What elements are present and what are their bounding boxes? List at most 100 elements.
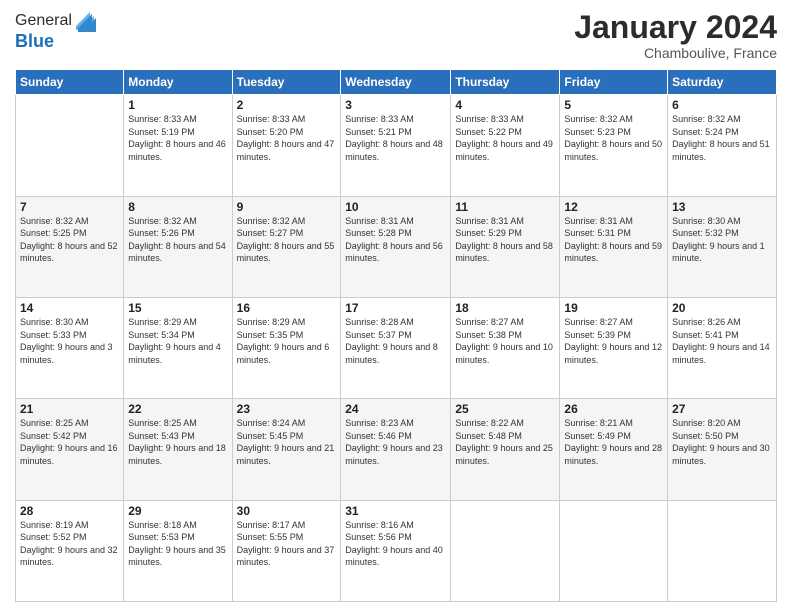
day-info: Sunrise: 8:24 AMSunset: 5:45 PMDaylight:…	[237, 417, 337, 467]
day-info: Sunrise: 8:32 AMSunset: 5:26 PMDaylight:…	[128, 215, 227, 265]
day-number: 1	[128, 98, 227, 112]
day-number: 31	[345, 504, 446, 518]
day-info: Sunrise: 8:25 AMSunset: 5:43 PMDaylight:…	[128, 417, 227, 467]
day-info: Sunrise: 8:33 AMSunset: 5:22 PMDaylight:…	[455, 113, 555, 163]
weekday-header-saturday: Saturday	[668, 70, 777, 95]
calendar-cell: 9 Sunrise: 8:32 AMSunset: 5:27 PMDayligh…	[232, 196, 341, 297]
day-number: 16	[237, 301, 337, 315]
day-info: Sunrise: 8:22 AMSunset: 5:48 PMDaylight:…	[455, 417, 555, 467]
weekday-header-monday: Monday	[124, 70, 232, 95]
day-info: Sunrise: 8:32 AMSunset: 5:23 PMDaylight:…	[564, 113, 663, 163]
weekday-header-tuesday: Tuesday	[232, 70, 341, 95]
day-number: 20	[672, 301, 772, 315]
calendar-cell: 17 Sunrise: 8:28 AMSunset: 5:37 PMDaylig…	[341, 297, 451, 398]
week-row-5: 28 Sunrise: 8:19 AMSunset: 5:52 PMDaylig…	[16, 500, 777, 601]
day-info: Sunrise: 8:28 AMSunset: 5:37 PMDaylight:…	[345, 316, 446, 366]
calendar-cell: 19 Sunrise: 8:27 AMSunset: 5:39 PMDaylig…	[560, 297, 668, 398]
week-row-1: 1 Sunrise: 8:33 AMSunset: 5:19 PMDayligh…	[16, 95, 777, 196]
day-number: 10	[345, 200, 446, 214]
day-number: 22	[128, 402, 227, 416]
day-number: 9	[237, 200, 337, 214]
month-title: January 2024	[574, 10, 777, 45]
day-info: Sunrise: 8:21 AMSunset: 5:49 PMDaylight:…	[564, 417, 663, 467]
day-info: Sunrise: 8:26 AMSunset: 5:41 PMDaylight:…	[672, 316, 772, 366]
day-number: 28	[20, 504, 119, 518]
calendar-cell: 1 Sunrise: 8:33 AMSunset: 5:19 PMDayligh…	[124, 95, 232, 196]
day-number: 2	[237, 98, 337, 112]
calendar-cell: 8 Sunrise: 8:32 AMSunset: 5:26 PMDayligh…	[124, 196, 232, 297]
day-info: Sunrise: 8:31 AMSunset: 5:28 PMDaylight:…	[345, 215, 446, 265]
calendar-cell: 22 Sunrise: 8:25 AMSunset: 5:43 PMDaylig…	[124, 399, 232, 500]
day-number: 8	[128, 200, 227, 214]
day-number: 12	[564, 200, 663, 214]
day-info: Sunrise: 8:25 AMSunset: 5:42 PMDaylight:…	[20, 417, 119, 467]
day-info: Sunrise: 8:19 AMSunset: 5:52 PMDaylight:…	[20, 519, 119, 569]
calendar-cell: 28 Sunrise: 8:19 AMSunset: 5:52 PMDaylig…	[16, 500, 124, 601]
day-number: 13	[672, 200, 772, 214]
week-row-3: 14 Sunrise: 8:30 AMSunset: 5:33 PMDaylig…	[16, 297, 777, 398]
day-info: Sunrise: 8:33 AMSunset: 5:20 PMDaylight:…	[237, 113, 337, 163]
day-info: Sunrise: 8:32 AMSunset: 5:27 PMDaylight:…	[237, 215, 337, 265]
day-number: 7	[20, 200, 119, 214]
day-info: Sunrise: 8:31 AMSunset: 5:29 PMDaylight:…	[455, 215, 555, 265]
day-number: 30	[237, 504, 337, 518]
day-info: Sunrise: 8:29 AMSunset: 5:35 PMDaylight:…	[237, 316, 337, 366]
calendar-cell: 2 Sunrise: 8:33 AMSunset: 5:20 PMDayligh…	[232, 95, 341, 196]
weekday-header-wednesday: Wednesday	[341, 70, 451, 95]
calendar-cell: 21 Sunrise: 8:25 AMSunset: 5:42 PMDaylig…	[16, 399, 124, 500]
calendar-cell	[16, 95, 124, 196]
calendar-cell: 31 Sunrise: 8:16 AMSunset: 5:56 PMDaylig…	[341, 500, 451, 601]
week-row-4: 21 Sunrise: 8:25 AMSunset: 5:42 PMDaylig…	[16, 399, 777, 500]
title-section: January 2024 Chamboulive, France	[574, 10, 777, 61]
day-info: Sunrise: 8:17 AMSunset: 5:55 PMDaylight:…	[237, 519, 337, 569]
calendar-cell: 26 Sunrise: 8:21 AMSunset: 5:49 PMDaylig…	[560, 399, 668, 500]
day-info: Sunrise: 8:29 AMSunset: 5:34 PMDaylight:…	[128, 316, 227, 366]
day-info: Sunrise: 8:32 AMSunset: 5:25 PMDaylight:…	[20, 215, 119, 265]
day-number: 15	[128, 301, 227, 315]
calendar-cell: 12 Sunrise: 8:31 AMSunset: 5:31 PMDaylig…	[560, 196, 668, 297]
day-number: 5	[564, 98, 663, 112]
calendar-cell: 20 Sunrise: 8:26 AMSunset: 5:41 PMDaylig…	[668, 297, 777, 398]
day-info: Sunrise: 8:27 AMSunset: 5:39 PMDaylight:…	[564, 316, 663, 366]
calendar-cell: 16 Sunrise: 8:29 AMSunset: 5:35 PMDaylig…	[232, 297, 341, 398]
calendar-cell	[668, 500, 777, 601]
weekday-header-friday: Friday	[560, 70, 668, 95]
logo-blue-text: Blue	[15, 31, 54, 51]
day-number: 3	[345, 98, 446, 112]
calendar-cell: 27 Sunrise: 8:20 AMSunset: 5:50 PMDaylig…	[668, 399, 777, 500]
day-info: Sunrise: 8:33 AMSunset: 5:19 PMDaylight:…	[128, 113, 227, 163]
day-info: Sunrise: 8:32 AMSunset: 5:24 PMDaylight:…	[672, 113, 772, 163]
calendar-cell: 15 Sunrise: 8:29 AMSunset: 5:34 PMDaylig…	[124, 297, 232, 398]
day-number: 26	[564, 402, 663, 416]
calendar-cell: 4 Sunrise: 8:33 AMSunset: 5:22 PMDayligh…	[451, 95, 560, 196]
day-number: 29	[128, 504, 227, 518]
calendar-cell: 10 Sunrise: 8:31 AMSunset: 5:28 PMDaylig…	[341, 196, 451, 297]
day-info: Sunrise: 8:30 AMSunset: 5:32 PMDaylight:…	[672, 215, 772, 265]
day-number: 21	[20, 402, 119, 416]
calendar-cell: 13 Sunrise: 8:30 AMSunset: 5:32 PMDaylig…	[668, 196, 777, 297]
day-info: Sunrise: 8:30 AMSunset: 5:33 PMDaylight:…	[20, 316, 119, 366]
day-number: 4	[455, 98, 555, 112]
calendar-cell: 11 Sunrise: 8:31 AMSunset: 5:29 PMDaylig…	[451, 196, 560, 297]
day-number: 17	[345, 301, 446, 315]
calendar-cell: 30 Sunrise: 8:17 AMSunset: 5:55 PMDaylig…	[232, 500, 341, 601]
calendar-cell: 3 Sunrise: 8:33 AMSunset: 5:21 PMDayligh…	[341, 95, 451, 196]
day-info: Sunrise: 8:27 AMSunset: 5:38 PMDaylight:…	[455, 316, 555, 366]
day-number: 14	[20, 301, 119, 315]
day-number: 19	[564, 301, 663, 315]
day-info: Sunrise: 8:18 AMSunset: 5:53 PMDaylight:…	[128, 519, 227, 569]
day-number: 25	[455, 402, 555, 416]
header: General Blue January 2024 Chamboulive, F…	[15, 10, 777, 61]
day-number: 6	[672, 98, 772, 112]
logo-icon	[74, 10, 96, 32]
page: General Blue January 2024 Chamboulive, F…	[0, 0, 792, 612]
calendar-cell: 29 Sunrise: 8:18 AMSunset: 5:53 PMDaylig…	[124, 500, 232, 601]
calendar-cell: 7 Sunrise: 8:32 AMSunset: 5:25 PMDayligh…	[16, 196, 124, 297]
calendar-cell: 5 Sunrise: 8:32 AMSunset: 5:23 PMDayligh…	[560, 95, 668, 196]
calendar-cell: 18 Sunrise: 8:27 AMSunset: 5:38 PMDaylig…	[451, 297, 560, 398]
day-number: 23	[237, 402, 337, 416]
day-number: 24	[345, 402, 446, 416]
calendar-cell	[560, 500, 668, 601]
weekday-header-row: SundayMondayTuesdayWednesdayThursdayFrid…	[16, 70, 777, 95]
calendar-cell	[451, 500, 560, 601]
